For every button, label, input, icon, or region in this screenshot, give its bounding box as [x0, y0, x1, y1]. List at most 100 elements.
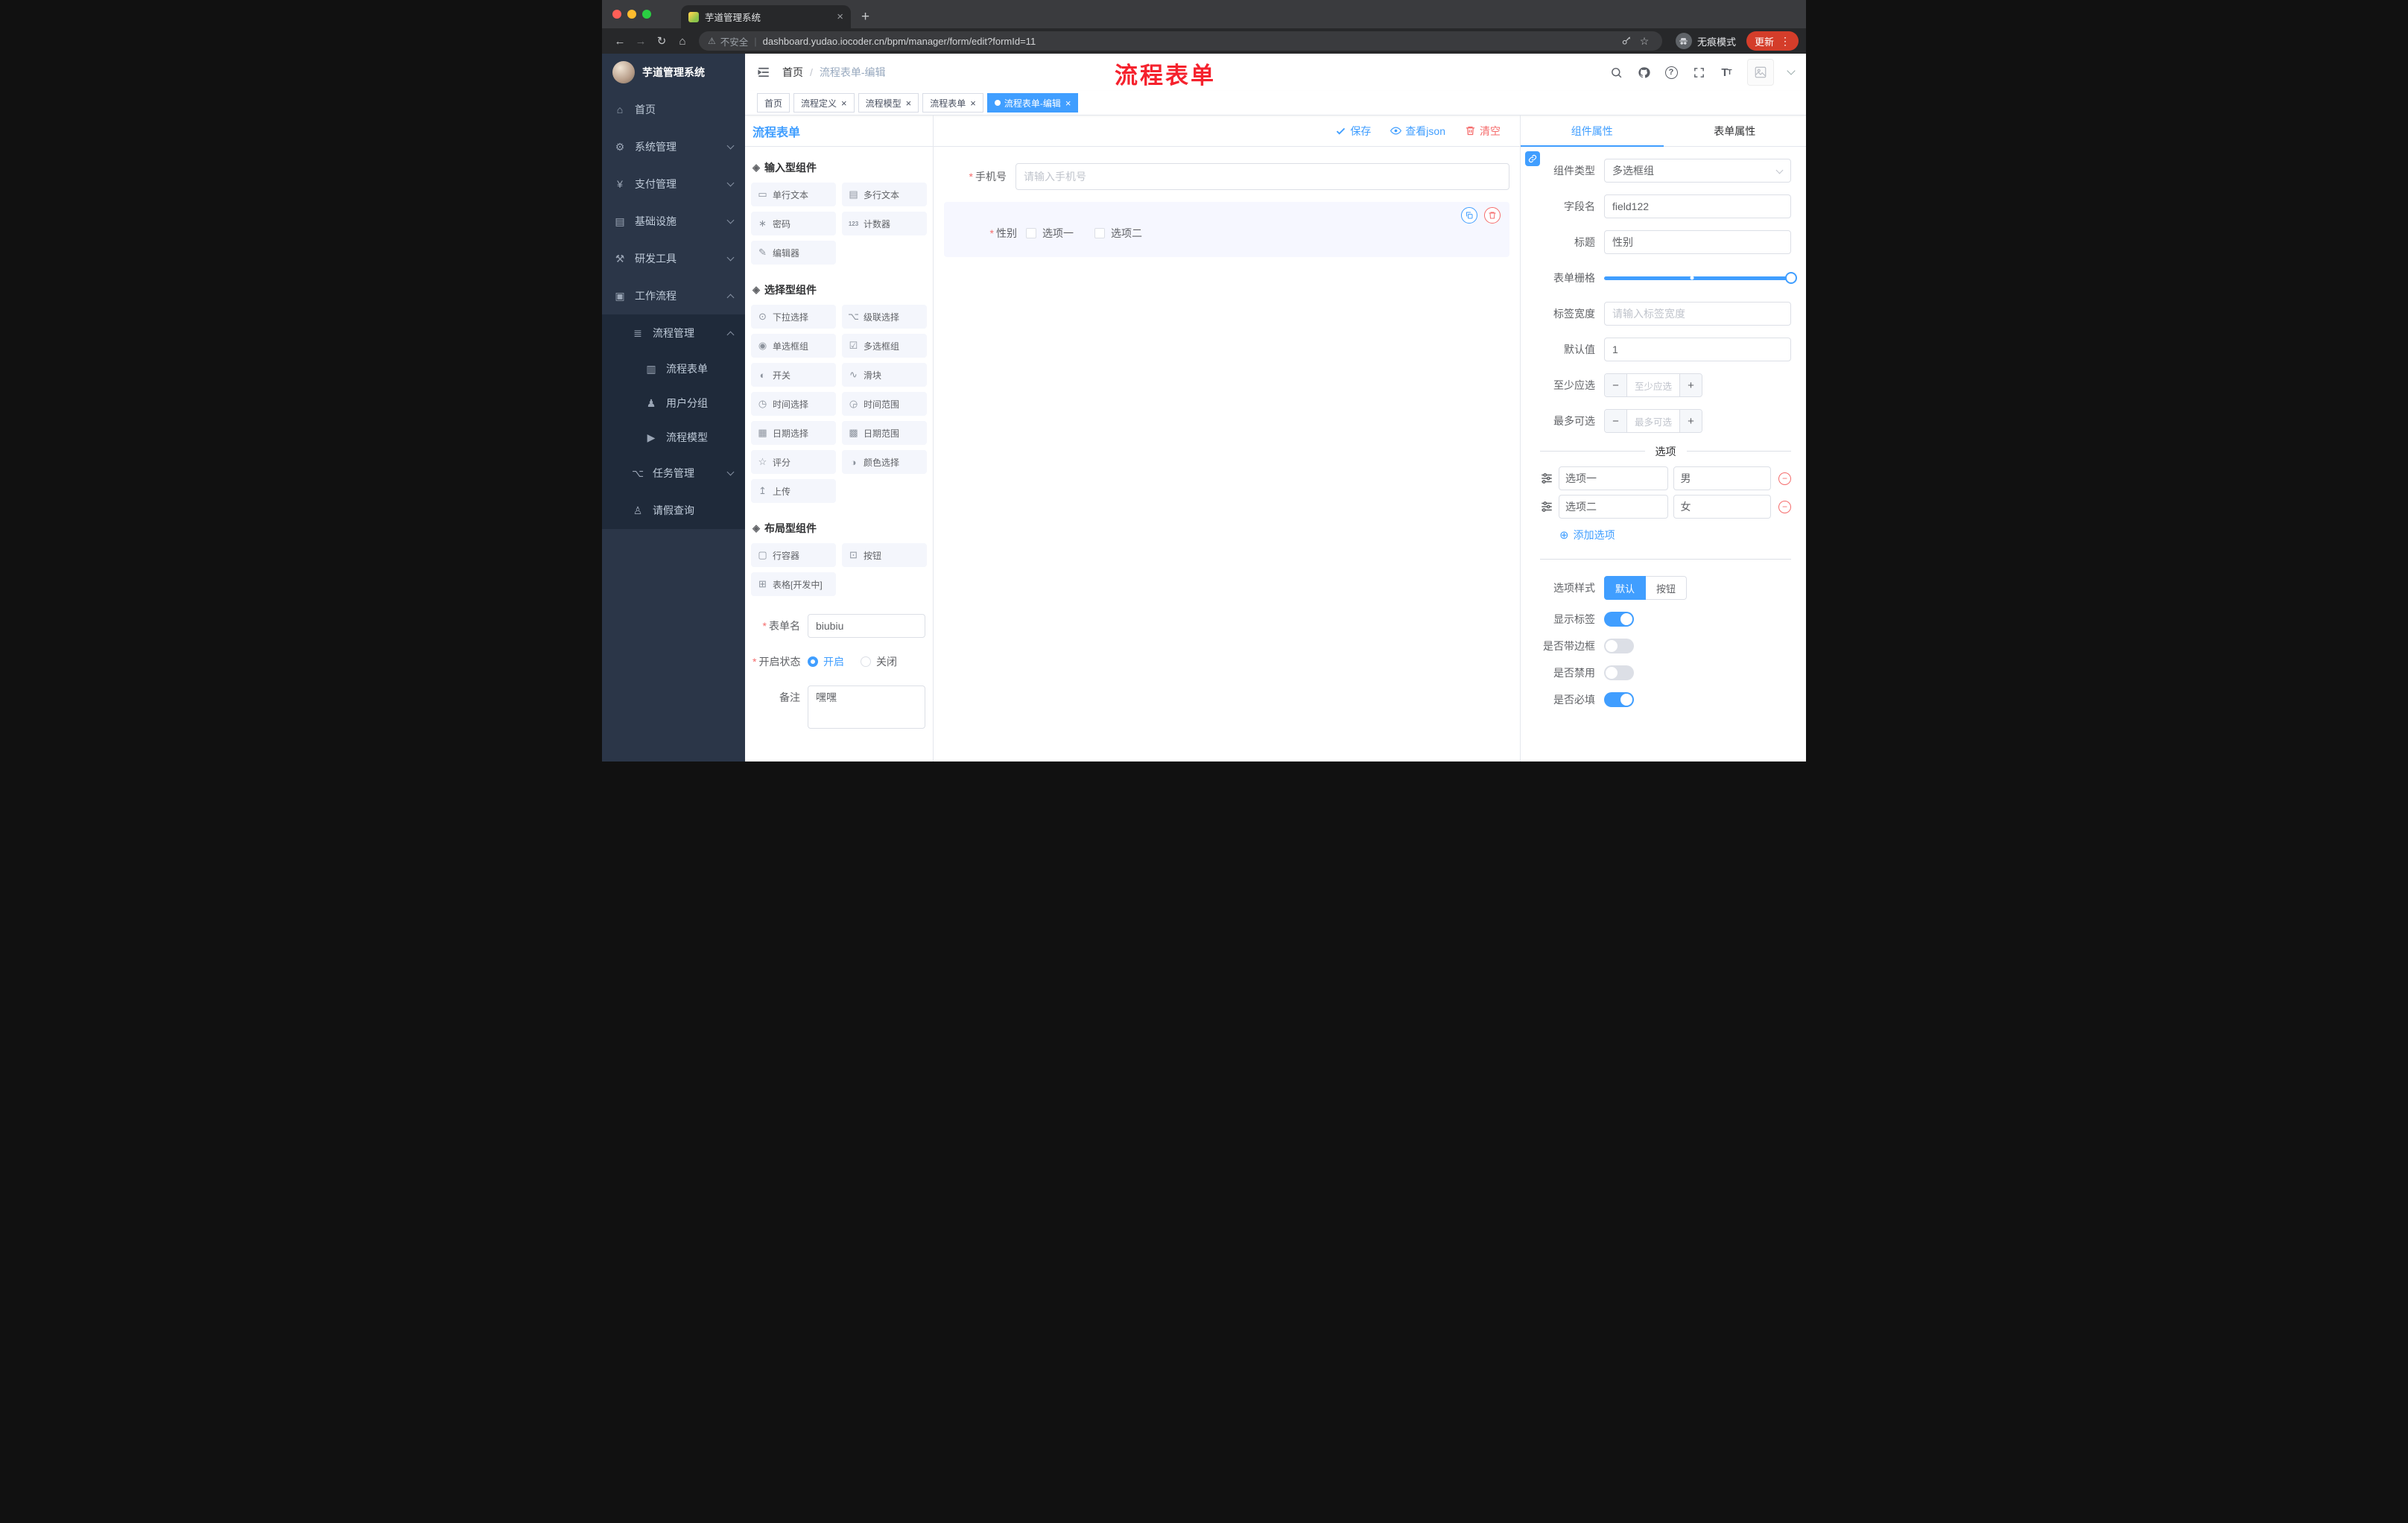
window-close-button[interactable] [612, 10, 621, 19]
palette-item[interactable]: ▩ 日期范围 [842, 421, 927, 445]
new-tab-button[interactable]: + [861, 9, 869, 25]
forward-icon[interactable]: → [630, 35, 651, 48]
sidebar-item-system[interactable]: ⚙ 系统管理 [602, 128, 745, 165]
security-label[interactable]: 不安全 [720, 34, 749, 48]
url-text[interactable]: dashboard.yudao.iocoder.cn/bpm/manager/f… [763, 36, 1036, 47]
palette-item[interactable]: ↥ 上传 [751, 479, 836, 503]
palette-item[interactable]: ☆ 评分 [751, 450, 836, 474]
help-icon[interactable]: ? [1664, 66, 1678, 79]
palette-item[interactable]: ▤ 多行文本 [842, 183, 927, 206]
slider-handle[interactable] [1785, 272, 1797, 284]
hamburger-icon[interactable] [757, 66, 770, 79]
title-input[interactable] [1604, 230, 1791, 254]
radio-on[interactable]: 开启 [808, 654, 844, 669]
palette-item[interactable]: 123 计数器 [842, 212, 927, 235]
form-remark-textarea[interactable]: 嘿嘿 [808, 685, 925, 729]
browser-menu-icon[interactable]: ⋮ [1780, 35, 1790, 48]
sidebar-item-process-model[interactable]: ▶ 流程模型 [602, 420, 745, 455]
sidebar-item-user-group[interactable]: ♟ 用户分组 [602, 386, 745, 420]
palette-item[interactable]: ☑ 多选框组 [842, 334, 927, 358]
option-value-input[interactable] [1673, 495, 1771, 519]
sidebar-item-leave-query[interactable]: ♙ 请假查询 [602, 492, 745, 529]
phone-field-row[interactable]: 手机号 [944, 163, 1509, 190]
minus-button[interactable]: − [1605, 410, 1627, 432]
view-json-button[interactable]: 查看json [1390, 124, 1445, 139]
palette-item[interactable]: ⌥ 级联选择 [842, 305, 927, 329]
back-icon[interactable]: ← [609, 35, 630, 48]
palette-item[interactable]: ⊡ 按钮 [842, 543, 927, 567]
palette-item[interactable]: ▦ 日期选择 [751, 421, 836, 445]
required-toggle[interactable] [1604, 692, 1634, 707]
tab-form-props[interactable]: 表单属性 [1664, 115, 1807, 146]
remove-option-icon[interactable]: − [1778, 472, 1791, 485]
tag-home[interactable]: 首页 [757, 93, 790, 113]
checkbox-icon[interactable] [1026, 228, 1036, 238]
grid-slider[interactable] [1604, 266, 1797, 290]
palette-item[interactable]: ⊙ 下拉选择 [751, 305, 836, 329]
link-icon[interactable] [1525, 151, 1540, 166]
tag-process-form-edit[interactable]: 流程表单-编辑 × [986, 93, 1079, 113]
tag-process-definition[interactable]: 流程定义 × [793, 93, 855, 113]
sidebar-item-dashboard[interactable]: ⌂ 首页 [602, 91, 745, 128]
browser-tab[interactable]: 芋道管理系统 × [681, 5, 851, 28]
tag-process-model[interactable]: 流程模型 × [858, 93, 919, 113]
style-button-button[interactable]: 按钮 [1646, 576, 1688, 600]
palette-item[interactable]: ◑ 颜色选择 [842, 450, 927, 474]
palette-item[interactable]: ✎ 编辑器 [751, 241, 836, 265]
add-option-button[interactable]: ⊕ 添加选项 [1559, 528, 1791, 542]
component-type-select[interactable]: 多选框组 [1604, 159, 1791, 183]
copy-widget-button[interactable] [1461, 207, 1477, 224]
show-label-toggle[interactable] [1604, 612, 1634, 627]
save-button[interactable]: 保存 [1335, 124, 1371, 139]
sidebar-item-infrastructure[interactable]: ▤ 基础设施 [602, 203, 745, 240]
user-avatar[interactable] [1747, 59, 1774, 86]
close-icon[interactable]: × [841, 98, 847, 108]
search-icon[interactable] [1609, 66, 1623, 79]
close-icon[interactable]: × [970, 98, 976, 108]
url-bar[interactable]: ⚠ 不安全 | dashboard.yudao.iocoder.cn/bpm/m… [699, 31, 1662, 51]
style-default-button[interactable]: 默认 [1604, 576, 1647, 600]
update-button[interactable]: 更新 ⋮ [1746, 31, 1799, 51]
field-name-input[interactable] [1604, 194, 1791, 218]
github-icon[interactable] [1637, 66, 1650, 79]
font-size-icon[interactable]: TT [1720, 66, 1733, 79]
palette-item[interactable]: ⊞ 表格[开发中] [751, 572, 836, 596]
label-width-input[interactable] [1604, 302, 1791, 326]
bookmark-star-icon[interactable]: ☆ [1635, 35, 1653, 48]
fullscreen-icon[interactable] [1692, 66, 1705, 79]
drag-handle-icon[interactable] [1540, 472, 1553, 485]
reload-icon[interactable]: ↻ [651, 34, 672, 48]
option-label-input[interactable] [1559, 466, 1669, 490]
sidebar-item-devtools[interactable]: ⚒ 研发工具 [602, 240, 745, 277]
tag-process-form[interactable]: 流程表单 × [922, 93, 983, 113]
window-minimize-button[interactable] [627, 10, 636, 19]
plus-button[interactable]: + [1679, 410, 1702, 432]
close-icon[interactable]: × [906, 98, 912, 108]
close-icon[interactable]: × [1065, 98, 1071, 108]
sidebar-item-payment[interactable]: ¥ 支付管理 [602, 165, 745, 203]
avatar-dropdown-icon[interactable] [1787, 66, 1796, 75]
palette-item[interactable]: ◐ 开关 [751, 363, 836, 387]
form-name-input[interactable] [808, 614, 925, 638]
password-key-icon[interactable] [1618, 36, 1635, 46]
delete-widget-button[interactable] [1484, 207, 1501, 224]
option-label-input[interactable] [1559, 495, 1669, 519]
phone-input[interactable] [1016, 163, 1509, 190]
disabled-toggle[interactable] [1604, 665, 1634, 680]
plus-button[interactable]: + [1679, 374, 1702, 396]
palette-item[interactable]: ∗ 密码 [751, 212, 836, 235]
checkbox-option-2[interactable]: 选项二 [1094, 226, 1142, 241]
palette-item[interactable]: ▭ 单行文本 [751, 183, 836, 206]
home-icon[interactable]: ⌂ [672, 35, 693, 48]
palette-item[interactable]: ◷ 时间选择 [751, 392, 836, 416]
min-select-value[interactable]: 至少应选 [1627, 374, 1679, 396]
minus-button[interactable]: − [1605, 374, 1627, 396]
checkbox-icon[interactable] [1094, 228, 1105, 238]
remove-option-icon[interactable]: − [1778, 500, 1791, 513]
palette-item[interactable]: ◉ 单选框组 [751, 334, 836, 358]
default-value-input[interactable] [1604, 338, 1791, 361]
window-zoom-button[interactable] [642, 10, 651, 19]
sidebar-item-workflow[interactable]: ▣ 工作流程 [602, 277, 745, 314]
checkbox-option-1[interactable]: 选项一 [1026, 226, 1074, 241]
option-value-input[interactable] [1673, 466, 1771, 490]
